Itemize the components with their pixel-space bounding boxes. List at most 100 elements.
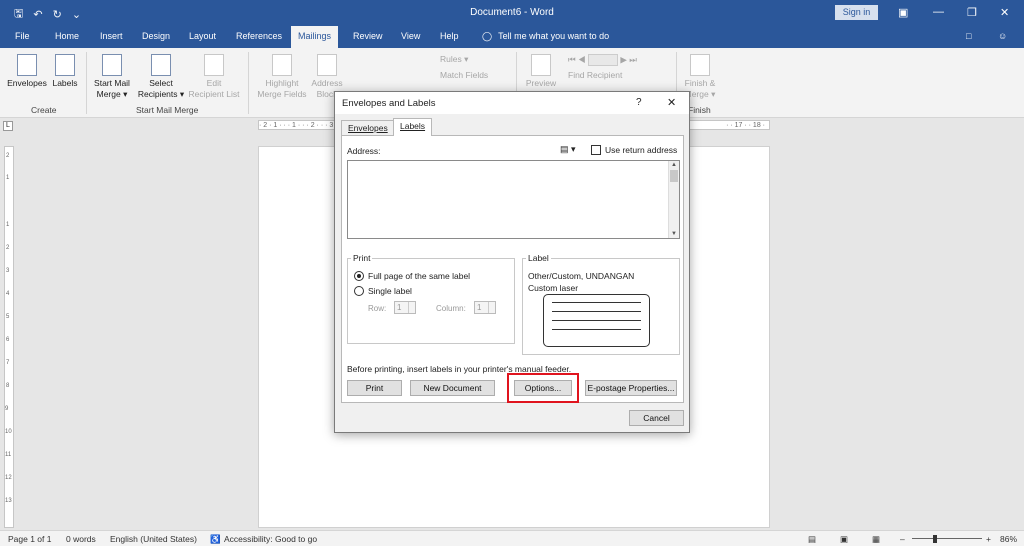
language[interactable]: English (United States) — [110, 534, 197, 544]
dialog-title-bar: Envelopes and Labels ? ✕ — [335, 92, 689, 114]
labels-button[interactable]: Labels — [50, 54, 80, 89]
column-spinner[interactable]: 1 — [474, 301, 496, 314]
zoom-out-icon[interactable]: – — [900, 534, 905, 544]
envelopes-and-labels-dialog: Envelopes and Labels ? ✕ Envelopes Label… — [334, 91, 690, 433]
highlight-merge-fields-button[interactable]: Highlight Merge Fields — [254, 54, 310, 100]
ribbon-separator — [248, 52, 249, 114]
comments-icon[interactable]: □ — [966, 31, 971, 41]
next-record-icon[interactable]: ▶ — [620, 54, 627, 64]
title-bar: 🖫 ↶ ↻ ⌄ Document6 - Word Sign in ▣ — ❐ ✕ — [0, 0, 1024, 26]
preview-line — [552, 302, 641, 303]
window-close-icon[interactable]: ✕ — [1000, 6, 1009, 19]
use-return-address-checkbox[interactable] — [591, 145, 601, 155]
use-return-address-label: Use return address — [605, 145, 678, 155]
single-label-label: Single label — [368, 286, 412, 296]
dialog-title: Envelopes and Labels — [342, 98, 436, 109]
select-recipients-button[interactable]: Select Recipients ▾ — [134, 54, 188, 100]
print-group: Print Full page of the same label Single… — [347, 253, 515, 344]
tab-view[interactable]: View — [401, 31, 420, 41]
status-bar: Page 1 of 1 0 words English (United Stat… — [0, 530, 1024, 546]
last-record-icon[interactable]: ⏭ — [629, 54, 637, 64]
tell-me-box[interactable]: ◯ Tell me what you want to do — [482, 31, 609, 42]
new-document-button[interactable]: New Document — [410, 380, 495, 396]
cancel-button[interactable]: Cancel — [629, 410, 684, 426]
preview-line — [552, 329, 641, 330]
address-book-icon[interactable]: ▤ ▾ — [560, 144, 576, 155]
row-label: Row: — [368, 304, 387, 313]
preview-line — [552, 320, 641, 321]
ribbon-display-options-icon[interactable]: ▣ — [898, 6, 908, 19]
label-legend: Label — [526, 253, 551, 263]
edit-recipient-list-button[interactable]: Edit Recipient List — [186, 54, 242, 100]
tab-labels[interactable]: Labels — [393, 118, 433, 136]
prev-record-icon[interactable]: ◀ — [578, 54, 586, 64]
envelopes-button[interactable]: Envelopes — [7, 54, 47, 89]
labels-tab-panel: Address: ▤ ▾ Use return address ▲ ▼ Prin… — [341, 135, 684, 403]
minimize-icon[interactable]: — — [933, 6, 944, 18]
tab-mailings[interactable]: Mailings — [291, 26, 339, 48]
ribbon-tab-bar: File Home Insert Design Layout Reference… — [0, 26, 1024, 48]
finish-icon — [690, 54, 710, 76]
accessibility-status[interactable]: Accessibility: Good to go — [224, 534, 317, 544]
preview-results-button[interactable]: Preview — [520, 54, 562, 89]
highlight-icon — [272, 54, 292, 76]
full-page-radio[interactable] — [354, 271, 364, 281]
tell-me-text: Tell me what you want to do — [498, 31, 610, 41]
word-count[interactable]: 0 words — [66, 534, 96, 544]
tab-home[interactable]: Home — [55, 31, 79, 41]
scroll-down-icon[interactable]: ▼ — [669, 231, 679, 237]
page-count[interactable]: Page 1 of 1 — [8, 534, 51, 544]
scroll-up-icon[interactable]: ▲ — [669, 162, 679, 168]
zoom-level[interactable]: 86% — [1000, 534, 1017, 544]
accessibility-icon: ♿ — [210, 534, 221, 544]
sign-in-button[interactable]: Sign in — [835, 5, 878, 20]
print-layout-icon[interactable]: ▣ — [840, 534, 848, 545]
tab-layout[interactable]: Layout — [189, 31, 216, 41]
tab-selector[interactable]: L — [3, 121, 13, 131]
tab-help[interactable]: Help — [440, 31, 459, 41]
group-create-label: Create — [31, 105, 57, 115]
tab-envelopes[interactable]: Envelopes — [341, 120, 395, 135]
vertical-ruler[interactable]: 2 1 1 2 3 4 5 6 7 8 9 10 11 12 13 — [4, 146, 14, 528]
dialog-close-icon[interactable]: ✕ — [667, 96, 676, 109]
tab-insert[interactable]: Insert — [100, 31, 123, 41]
zoom-slider-thumb[interactable] — [933, 535, 937, 543]
preview-line — [552, 311, 641, 312]
highlight-annotation — [507, 373, 579, 403]
label-preview[interactable] — [543, 294, 650, 347]
print-button[interactable]: Print — [347, 380, 402, 396]
record-navigation: ⏮ ◀ ▶ ⏭ — [568, 54, 668, 66]
single-label-radio[interactable] — [354, 286, 364, 296]
tab-file[interactable]: File — [15, 31, 30, 41]
address-block-icon — [317, 54, 337, 76]
label-vendor: Other/Custom, UNDANGAN — [528, 271, 635, 281]
label-group[interactable]: Label Other/Custom, UNDANGAN Custom lase… — [522, 253, 680, 355]
record-number-field[interactable] — [588, 54, 618, 66]
help-icon[interactable]: ? — [636, 97, 642, 108]
column-label: Column: — [436, 304, 466, 313]
document-icon — [102, 54, 122, 76]
tab-references[interactable]: References — [236, 31, 282, 41]
preview-icon — [531, 54, 551, 76]
web-layout-icon[interactable]: ▦ — [872, 534, 880, 545]
rules-button[interactable]: Rules ▾ — [440, 54, 504, 65]
address-scrollbar[interactable]: ▲ ▼ — [668, 161, 679, 238]
read-mode-icon[interactable]: ▤ — [808, 534, 816, 545]
match-fields-button[interactable]: Match Fields — [440, 70, 510, 81]
recipients-icon — [151, 54, 171, 76]
first-record-icon[interactable]: ⏮ — [568, 54, 576, 64]
restore-icon[interactable]: ❐ — [967, 6, 977, 19]
start-mail-merge-button[interactable]: Start Mail Merge ▾ — [90, 54, 134, 100]
epostage-properties-button[interactable]: E-postage Properties... — [585, 380, 677, 396]
tab-design[interactable]: Design — [142, 31, 170, 41]
labels-icon — [55, 54, 75, 76]
zoom-slider-track[interactable] — [912, 538, 982, 539]
print-legend: Print — [351, 253, 373, 263]
share-icon[interactable]: ☺ — [998, 31, 1007, 41]
address-textarea[interactable]: ▲ ▼ — [347, 160, 680, 239]
tab-review[interactable]: Review — [353, 31, 383, 41]
zoom-in-icon[interactable]: + — [986, 534, 991, 544]
row-spinner[interactable]: 1 — [394, 301, 416, 314]
find-recipient-button[interactable]: Find Recipient — [568, 70, 648, 81]
scroll-thumb[interactable] — [670, 170, 678, 182]
